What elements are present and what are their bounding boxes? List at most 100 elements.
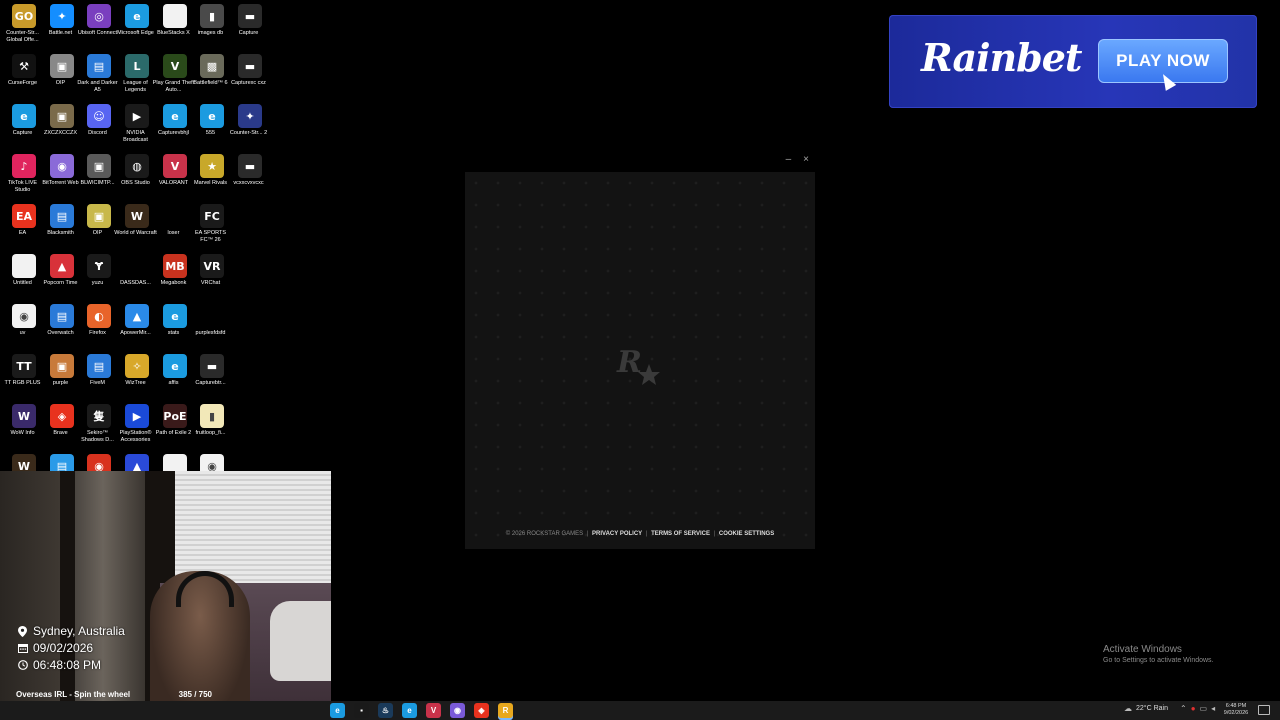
desktop-icon[interactable]: purplesfdsfd	[193, 304, 231, 354]
desktop-icon[interactable]: e affis	[156, 354, 194, 404]
capture-icon: ▬	[238, 54, 262, 78]
valorant-icon[interactable]: V	[426, 703, 441, 718]
close-button[interactable]: ×	[803, 154, 809, 165]
image-icon: ▣	[87, 154, 111, 178]
desktop-icon[interactable]: BlueStacks X	[156, 4, 194, 54]
desktop-icon[interactable]: GO Counter-Str... Global Offe...	[5, 4, 43, 54]
gta-icon: V	[163, 54, 187, 78]
desktop-icon[interactable]: ◉ uv	[5, 304, 43, 354]
chevron-up-icon[interactable]: ⌃	[1180, 704, 1187, 713]
desktop-icon[interactable]: ▣ ZXCZXCCZX	[43, 104, 81, 154]
chrome-icon[interactable]: ◉	[450, 703, 465, 718]
desktop-icon[interactable]: ▣ OIP	[80, 204, 118, 254]
desktop-icon[interactable]: ▶ PlayStation® Accessories	[118, 404, 156, 454]
blank-icon	[125, 254, 149, 278]
desktop-icon[interactable]: ▩ Battlefield™ 6	[193, 54, 231, 104]
rainbet-logo: Rainbet	[921, 35, 1082, 80]
desktop-icon[interactable]: ♪ TikTok LIVE Studio	[5, 154, 43, 204]
capture-icon: ▬	[200, 354, 224, 378]
desktop-icon[interactable]: 隻 Sekiro™ Shadows D...	[80, 404, 118, 454]
cookie-settings-link[interactable]: COOKIE SETTINGS	[719, 531, 774, 537]
desktop-icon[interactable]: L League of Legends	[118, 54, 156, 104]
desktop-icon[interactable]: ▮ fruitloop_fi...	[193, 404, 231, 454]
desktop-icon[interactable]: Untitled	[5, 254, 43, 304]
desktop-icon[interactable]: e Capturevbhjl	[156, 104, 194, 154]
record-icon[interactable]: ●	[1191, 704, 1196, 713]
desktop-icon[interactable]: e stats	[156, 304, 194, 354]
weather-text[interactable]: 22°C Rain	[1136, 705, 1168, 712]
desktop-icon[interactable]: loser	[156, 204, 194, 254]
minimize-button[interactable]: –	[786, 154, 792, 165]
wow-icon: W	[125, 204, 149, 228]
desktop-icon[interactable]: ⚒ CurseForge	[5, 54, 43, 104]
network-icon[interactable]: ▭	[1200, 704, 1208, 713]
rainbet-ad-banner[interactable]: Rainbet PLAY NOW	[889, 15, 1257, 108]
taskbar-clock[interactable]: 6:48 PM 9/02/2026	[1219, 703, 1253, 717]
desktop-icon[interactable]: e 555	[193, 104, 231, 154]
terms-of-service-link[interactable]: TERMS OF SERVICE	[651, 531, 710, 537]
steam-icon[interactable]: ♨	[378, 703, 393, 718]
desktop-icon[interactable]: ☺ Discord	[80, 104, 118, 154]
brave-icon: ◈	[50, 404, 74, 428]
desktop-icon[interactable]: VR VRChat	[193, 254, 231, 304]
desktop-icon-label: VRChat	[200, 280, 221, 286]
desktop-icon[interactable]: ✦ Battle.net	[43, 4, 81, 54]
desktop-icon[interactable]: ▬ vcxxcvxvcxc	[231, 154, 269, 204]
desktop-icon[interactable]: Ɏyuzu	[80, 254, 118, 304]
volume-icon[interactable]: ◂	[1211, 704, 1215, 713]
desktop-icon[interactable]: ✧ WizTree	[118, 354, 156, 404]
desktop-icon[interactable]: ▤ Blacksmith	[43, 204, 81, 254]
desktop-icon[interactable]: ▣ OIP	[43, 54, 81, 104]
desktop-icon[interactable]: ▤ Overwatch	[43, 304, 81, 354]
desktop-icon[interactable]: e Microsoft Edge	[117, 4, 156, 54]
activate-windows-title: Activate Windows	[1103, 644, 1182, 655]
file-icon[interactable]: ▪	[354, 703, 369, 718]
taskbar: e ▪ ♨ e V ◉ ◈ R ☁ 22°C Rain ⌃ ● ▭ ◂ 6:48 PM 9/0…	[0, 701, 1280, 720]
date-text: 09/02/2026	[33, 641, 94, 655]
desktop-icon[interactable]: TT TT RGB PLUS	[5, 354, 43, 404]
desktop-icon[interactable]: ▬ Capture	[231, 4, 269, 54]
desktop-icon[interactable]: ✦ Counter-Str... 2	[230, 104, 269, 154]
desktop-icon[interactable]: ◍ OBS Studio	[118, 154, 156, 204]
desktop-icon[interactable]: ★ Marvel Rivals	[193, 154, 231, 204]
desktop-icon[interactable]: ◐ Firefox	[80, 304, 118, 354]
notification-icon[interactable]	[1258, 705, 1270, 715]
desktop-icon[interactable]: EA EA	[5, 204, 43, 254]
desktop-icon[interactable]: ▮ images db	[193, 4, 231, 54]
privacy-policy-link[interactable]: PRIVACY POLICY	[592, 531, 642, 537]
desktop-icon[interactable]: ▤ Dark and Darker A5	[77, 54, 118, 104]
desktop-icon-label: purplesfdsfd	[195, 330, 226, 336]
desktop-icon[interactable]: ▶ NVIDIA Broadcast	[118, 104, 156, 154]
rockstar-icon[interactable]: R	[498, 703, 513, 718]
location-text: Sydney, Australia	[33, 624, 125, 638]
desktop-icon[interactable]: ▬ Capturebtr...	[193, 354, 231, 404]
desktop-icon[interactable]: ▣ purple	[43, 354, 81, 404]
desktop-icon-label: Capture	[238, 30, 259, 36]
desktop-icon[interactable]: PoE Path of Exile 2	[156, 404, 194, 454]
desktop-icon[interactable]: ▲ ApowerMir...	[118, 304, 156, 354]
desktop-icon[interactable]: DASSDAS...	[118, 254, 156, 304]
edge-icon[interactable]: e	[402, 703, 417, 718]
desktop-icon[interactable]: V Play Grand Theft Auto...	[153, 54, 194, 104]
desktop-icon[interactable]: ▤ FiveM	[80, 354, 118, 404]
desktop-icon[interactable]: V VALORANT	[156, 154, 194, 204]
desktop-icon[interactable]: ◎ Ubisoft Connect	[78, 4, 118, 54]
chrome-icon: ◉	[12, 304, 36, 328]
desktop-icon[interactable]: FC EA SPORTS FC™ 26	[193, 204, 231, 254]
edge-icon: e	[200, 104, 224, 128]
vrchat-icon: VR	[200, 254, 224, 278]
edge-icon[interactable]: e	[330, 703, 345, 718]
desktop-icon[interactable]: W WoW Info	[5, 404, 43, 454]
desktop-icon[interactable]: ◈ Brave	[43, 404, 81, 454]
desktop-icon[interactable]: MB Megabonk	[156, 254, 194, 304]
desktop-icon[interactable]: ▣ BLWICIMTP...	[80, 154, 118, 204]
clock-time: 6:48 PM	[1225, 703, 1247, 709]
brave-icon[interactable]: ◈	[474, 703, 489, 718]
desktop-icon[interactable]: ▲ Popcorn Time	[43, 254, 81, 304]
image-icon: ▣	[50, 354, 74, 378]
desktop-icon[interactable]: ▬ Capturexc cxz	[231, 54, 269, 104]
desktop-icon[interactable]: ◉ BitTorrent Web	[42, 154, 81, 204]
desktop-icon[interactable]: W World of Warcraft	[114, 204, 157, 254]
desktop-icon[interactable]: e Capture	[5, 104, 43, 154]
weather-icon[interactable]: ☁	[1124, 704, 1132, 713]
